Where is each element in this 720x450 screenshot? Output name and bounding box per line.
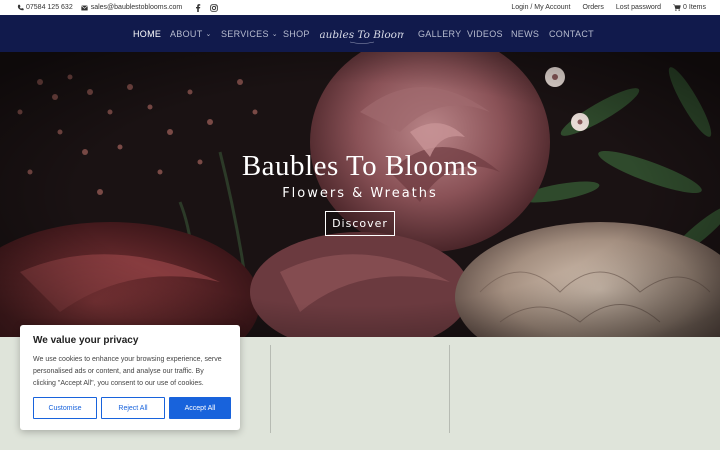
nav-contact-label: CONTACT bbox=[549, 28, 594, 39]
chevron-down-icon: ⌄ bbox=[205, 30, 212, 38]
phone-icon bbox=[16, 4, 24, 12]
hero-banner: Baubles To Blooms Flowers & Wreaths Disc… bbox=[0, 52, 720, 337]
phone-link[interactable]: 07584 125 632 bbox=[16, 4, 73, 12]
nav-about-label: ABOUT bbox=[170, 28, 203, 39]
account-links: Login / My Account Orders Lost password … bbox=[511, 4, 706, 12]
column-divider bbox=[270, 345, 271, 433]
nav-videos-label: VIDEOS bbox=[467, 28, 503, 39]
chevron-down-icon: ⌄ bbox=[271, 30, 278, 38]
contact-info: 07584 125 632 sales@baublestoblooms.com bbox=[16, 3, 219, 12]
cart-count: 0 Items bbox=[683, 4, 706, 11]
orders-link[interactable]: Orders bbox=[583, 4, 604, 11]
cookie-title: We value your privacy bbox=[33, 335, 139, 346]
lost-password-link[interactable]: Lost password bbox=[616, 4, 661, 11]
nav-home-label: HOME bbox=[133, 28, 162, 39]
nav-videos[interactable]: VIDEOS bbox=[467, 15, 503, 52]
nav-services[interactable]: SERVICES ⌄ bbox=[221, 15, 278, 52]
email-link[interactable]: sales@baublestoblooms.com bbox=[81, 4, 183, 12]
customise-button[interactable]: Customise bbox=[33, 397, 97, 419]
reject-all-button[interactable]: Reject All bbox=[101, 397, 165, 419]
hero-subtitle: Flowers & Wreaths bbox=[282, 186, 438, 201]
instagram-icon[interactable] bbox=[210, 3, 219, 12]
nav-gallery[interactable]: GALLERY bbox=[418, 15, 461, 52]
envelope-icon bbox=[81, 4, 89, 12]
discover-button[interactable]: Discover bbox=[325, 211, 395, 236]
site-logo[interactable]: Baubles To Blooms bbox=[320, 20, 404, 48]
phone-text: 07584 125 632 bbox=[26, 4, 73, 11]
nav-shop[interactable]: SHOP bbox=[283, 15, 310, 52]
logo-text: Baubles To Blooms bbox=[320, 29, 404, 41]
login-link[interactable]: Login / My Account bbox=[511, 4, 570, 11]
nav-shop-label: SHOP bbox=[283, 28, 310, 39]
column-divider bbox=[449, 345, 450, 433]
nav-news[interactable]: NEWS bbox=[511, 15, 539, 52]
page: 07584 125 632 sales@baublestoblooms.com … bbox=[0, 0, 720, 450]
facebook-icon[interactable] bbox=[194, 3, 202, 12]
cart-icon bbox=[673, 4, 681, 12]
top-bar: 07584 125 632 sales@baublestoblooms.com … bbox=[0, 0, 720, 15]
cookie-consent-banner: We value your privacy We use cookies to … bbox=[20, 325, 240, 430]
nav-news-label: NEWS bbox=[511, 28, 540, 39]
hero-title: Baubles To Blooms bbox=[241, 150, 479, 182]
nav-gallery-label: GALLERY bbox=[418, 28, 462, 39]
nav-about[interactable]: ABOUT ⌄ bbox=[170, 15, 212, 52]
accept-all-button[interactable]: Accept All bbox=[169, 397, 231, 419]
email-text: sales@baublestoblooms.com bbox=[90, 4, 183, 11]
nav-services-label: SERVICES bbox=[221, 28, 269, 39]
nav-home[interactable]: HOME bbox=[133, 15, 161, 52]
nav-contact[interactable]: CONTACT bbox=[549, 15, 594, 52]
cookie-text: We use cookies to enhance your browsing … bbox=[33, 356, 222, 387]
cart-link[interactable]: 0 Items bbox=[673, 4, 706, 12]
cookie-buttons: Customise Reject All Accept All bbox=[33, 397, 231, 419]
